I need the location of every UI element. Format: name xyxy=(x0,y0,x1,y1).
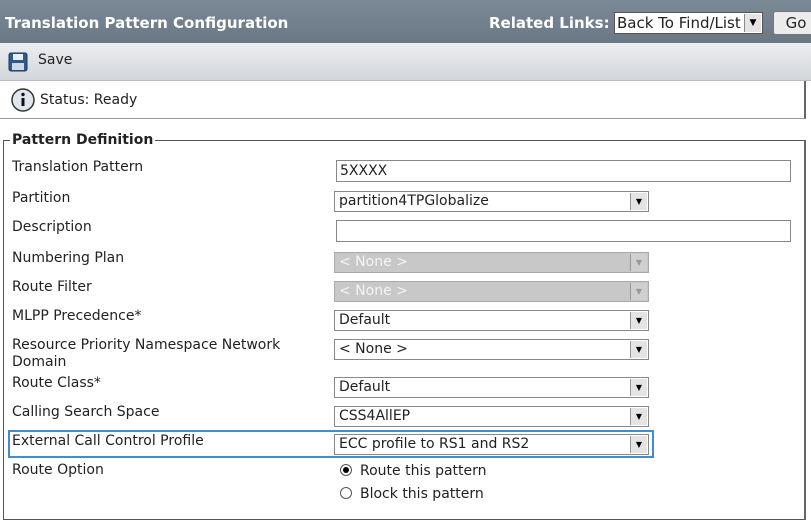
translation-pattern-input[interactable]: 5XXXX xyxy=(336,160,791,182)
numbering-plan-value: < None > xyxy=(339,254,408,270)
mlpp-precedence-value: Default xyxy=(339,312,391,328)
route-filter-label: Route Filter xyxy=(12,279,92,295)
related-links-value: Back To Find/List xyxy=(617,14,741,32)
status-text: Status: Ready xyxy=(40,92,138,108)
resource-priority-label: Resource Priority Namespace Network Doma… xyxy=(12,337,280,371)
chevron-down-icon: ▼ xyxy=(630,341,647,358)
section-legend: Pattern Definition xyxy=(10,132,156,148)
header-bar: Translation Pattern Configuration Relate… xyxy=(0,0,811,43)
route-this-pattern-radio[interactable] xyxy=(340,464,352,476)
numbering-plan-label: Numbering Plan xyxy=(12,250,125,266)
toolbar: Save xyxy=(0,43,811,81)
description-input[interactable] xyxy=(336,220,791,242)
route-filter-select: < None > ▼ xyxy=(334,281,649,302)
page-title: Translation Pattern Configuration xyxy=(5,14,289,32)
route-this-pattern-label[interactable]: Route this pattern xyxy=(360,463,487,479)
partition-label: Partition xyxy=(12,190,71,206)
calling-search-space-value: CSS4AllEP xyxy=(339,408,411,424)
resource-priority-select[interactable]: < None > ▼ xyxy=(334,339,649,360)
resource-priority-label-line2: Domain xyxy=(12,354,67,370)
route-option-label: Route Option xyxy=(12,462,104,478)
route-class-label: Route Class* xyxy=(12,375,101,391)
chevron-down-icon: ▼ xyxy=(630,379,647,396)
external-call-control-select[interactable]: ECC profile to RS1 and RS2 ▼ xyxy=(334,434,649,455)
route-filter-value: < None > xyxy=(339,283,408,299)
route-class-value: Default xyxy=(339,379,391,395)
route-class-select[interactable]: Default ▼ xyxy=(334,377,649,398)
translation-pattern-label: Translation Pattern xyxy=(12,159,144,175)
block-this-pattern-radio[interactable] xyxy=(340,487,352,499)
chevron-down-icon: ▼ xyxy=(630,408,647,425)
chevron-down-icon: ▼ xyxy=(630,283,647,300)
info-icon xyxy=(11,88,35,112)
external-call-control-label: External Call Control Profile xyxy=(12,433,204,449)
related-links-select[interactable]: Back To Find/List ▼ xyxy=(614,12,763,34)
calling-search-space-select[interactable]: CSS4AllEP ▼ xyxy=(334,406,649,427)
mlpp-precedence-label: MLPP Precedence* xyxy=(12,308,142,324)
save-button[interactable]: Save xyxy=(38,52,72,68)
chevron-down-icon: ▼ xyxy=(630,193,647,210)
go-button[interactable]: Go xyxy=(773,11,811,35)
related-links-label: Related Links: xyxy=(489,14,610,32)
block-this-pattern-label[interactable]: Block this pattern xyxy=(360,486,484,502)
chevron-down-icon: ▼ xyxy=(630,312,647,329)
calling-search-space-label: Calling Search Space xyxy=(12,404,160,420)
partition-value: partition4TPGlobalize xyxy=(339,193,489,209)
mlpp-precedence-select[interactable]: Default ▼ xyxy=(334,310,649,331)
description-label: Description xyxy=(12,219,92,235)
resource-priority-label-line1: Resource Priority Namespace Network xyxy=(12,337,281,353)
chevron-down-icon: ▼ xyxy=(630,436,647,453)
status-area: Status: Ready xyxy=(0,81,806,119)
numbering-plan-select: < None > ▼ xyxy=(334,252,649,273)
save-icon[interactable] xyxy=(8,52,28,72)
partition-select[interactable]: partition4TPGlobalize ▼ xyxy=(334,191,649,212)
chevron-down-icon: ▼ xyxy=(744,14,761,32)
external-call-control-value: ECC profile to RS1 and RS2 xyxy=(339,436,530,452)
resource-priority-value: < None > xyxy=(339,341,408,357)
chevron-down-icon: ▼ xyxy=(630,254,647,271)
